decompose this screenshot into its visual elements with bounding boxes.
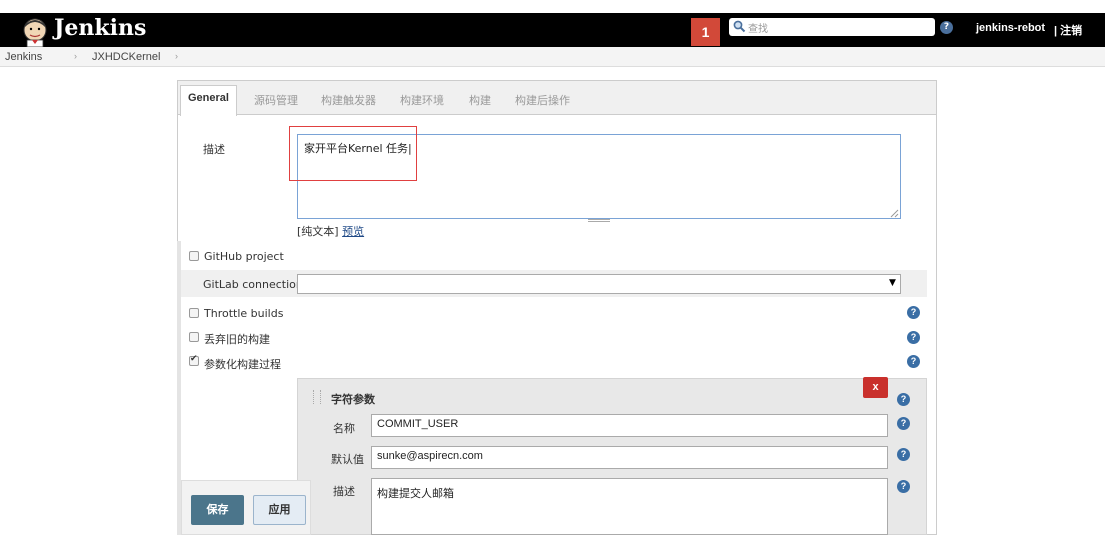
param-name-label: 名称	[333, 422, 355, 435]
tab-build-triggers[interactable]: 构建触发器	[321, 92, 376, 108]
chevron-right-icon: ›	[74, 51, 77, 61]
param-name-input[interactable]: COMMIT_USER	[371, 414, 888, 437]
help-icon[interactable]: ?	[940, 21, 953, 34]
breadcrumb-item-jenkins[interactable]: Jenkins	[5, 51, 42, 63]
apply-button[interactable]: 应用	[253, 495, 306, 525]
header-bar	[0, 13, 1105, 47]
gitlab-connection-select[interactable]	[297, 274, 901, 294]
preview-link[interactable]: 预览	[342, 225, 364, 238]
resize-grip-icon[interactable]	[889, 208, 899, 218]
throttle-builds-checkbox[interactable]	[189, 308, 199, 318]
notification-badge[interactable]: 1	[691, 18, 720, 46]
tab-general[interactable]: General	[188, 92, 229, 104]
throttle-builds-label: Throttle builds	[204, 307, 284, 320]
param-description-textarea[interactable]: 构建提交人邮箱	[371, 478, 888, 535]
user-link[interactable]: jenkins-rebot	[976, 22, 1045, 34]
param-default-input[interactable]: sunke@aspirecn.com	[371, 446, 888, 469]
string-parameter-header	[305, 384, 909, 408]
tab-build[interactable]: 构建	[469, 92, 491, 108]
jenkins-logo-icon[interactable]	[20, 17, 50, 47]
breadcrumb: Jenkins › JXHDCKernel ›	[0, 47, 1105, 67]
string-parameter-title: 字符参数	[331, 393, 375, 406]
save-button[interactable]: 保存	[191, 495, 244, 525]
github-project-label: GitHub project	[204, 250, 284, 263]
search-icon	[733, 20, 746, 33]
top-strip	[0, 0, 1105, 13]
help-icon[interactable]: ?	[907, 331, 920, 344]
gitlab-connection-label: GitLab connection	[203, 278, 303, 291]
description-label: 描述	[203, 143, 225, 156]
plain-text-label: [纯文本]	[297, 225, 339, 238]
search-placeholder: 查找	[748, 24, 768, 35]
tab-build-environment[interactable]: 构建环境	[400, 92, 444, 108]
drag-handle-icon[interactable]	[313, 390, 321, 404]
search-box[interactable]: 查找	[729, 18, 935, 36]
breadcrumb-item-job[interactable]: JXHDCKernel	[92, 51, 160, 63]
logout-link[interactable]: | 注销	[1054, 22, 1082, 38]
delete-parameter-button[interactable]: x	[863, 377, 888, 398]
help-icon[interactable]: ?	[897, 393, 910, 406]
chevron-right-icon[interactable]: ›	[175, 51, 178, 61]
help-icon[interactable]: ?	[897, 417, 910, 430]
textarea-drag-handle[interactable]	[588, 219, 610, 222]
param-description-label: 描述	[333, 485, 355, 498]
chevron-down-icon[interactable]: ▼	[889, 278, 896, 288]
tab-source-code[interactable]: 源码管理	[254, 92, 298, 108]
preview-row: [纯文本] 预览	[297, 223, 364, 239]
param-default-label: 默认值	[331, 453, 364, 466]
discard-old-builds-checkbox[interactable]	[189, 332, 199, 342]
help-icon[interactable]: ?	[907, 355, 920, 368]
tab-post-build[interactable]: 构建后操作	[515, 92, 570, 108]
discard-old-builds-label: 丢弃旧的构建	[204, 333, 270, 346]
parameterized-build-label: 参数化构建过程	[204, 358, 281, 371]
github-project-checkbox[interactable]	[189, 251, 199, 261]
help-icon[interactable]: ?	[907, 306, 920, 319]
help-icon[interactable]: ?	[897, 448, 910, 461]
highlight-annotation	[289, 126, 417, 181]
help-icon[interactable]: ?	[897, 480, 910, 493]
jenkins-title[interactable]: Jenkins	[54, 15, 146, 41]
parameterized-build-checkbox[interactable]	[189, 354, 199, 366]
